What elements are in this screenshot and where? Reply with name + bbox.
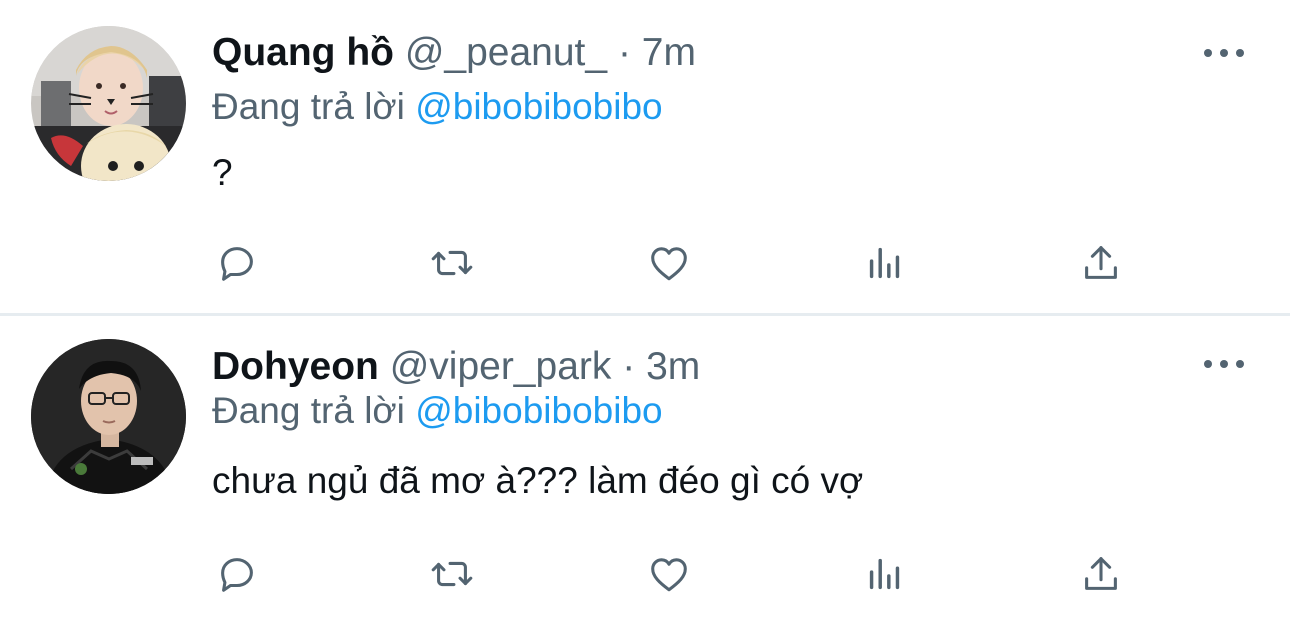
share-button[interactable] bbox=[1076, 238, 1126, 288]
reply-button[interactable] bbox=[212, 238, 262, 288]
share-button[interactable] bbox=[1076, 549, 1126, 599]
action-bar bbox=[212, 549, 1122, 599]
more-dot bbox=[1204, 49, 1212, 57]
reply-button[interactable] bbox=[212, 549, 262, 599]
replying-to: Đang trả lời @bibobibobibo bbox=[212, 388, 663, 434]
tweet[interactable]: Dohyeon @viper_park · 3m Đang trả lời @b… bbox=[0, 316, 1290, 620]
like-button[interactable] bbox=[644, 238, 694, 288]
retweet-icon bbox=[431, 561, 473, 587]
heart-icon bbox=[651, 558, 687, 592]
more-icon[interactable] bbox=[1204, 357, 1244, 371]
views-button[interactable] bbox=[860, 238, 910, 288]
tweet[interactable]: Quang hồ @_peanut_ · 7m Đang trả lời @bi… bbox=[0, 0, 1290, 313]
separator: · bbox=[622, 345, 636, 388]
views-icon bbox=[869, 247, 900, 279]
tweet-text: chưa ngủ đã mơ à??? làm đéo gì có vợ bbox=[212, 460, 864, 501]
separator: · bbox=[617, 31, 631, 74]
action-bar bbox=[212, 238, 1122, 288]
replying-to: Đang trả lời @bibobibobibo bbox=[212, 84, 663, 130]
handle[interactable]: @viper_park bbox=[390, 345, 612, 388]
reply-prefix: Đang trả lời bbox=[212, 86, 405, 127]
timestamp[interactable]: 7m bbox=[642, 31, 696, 74]
more-dot bbox=[1236, 49, 1244, 57]
share-icon bbox=[1085, 557, 1117, 590]
avatar[interactable] bbox=[31, 26, 186, 181]
reply-icon bbox=[221, 247, 253, 281]
more-dot bbox=[1220, 49, 1228, 57]
more-dot bbox=[1220, 360, 1228, 368]
more-icon[interactable] bbox=[1204, 46, 1244, 60]
display-name[interactable]: Dohyeon bbox=[212, 345, 379, 388]
views-icon bbox=[869, 558, 900, 590]
tweet-header: Quang hồ @_peanut_ · 7m bbox=[212, 30, 696, 76]
reply-mention[interactable]: @bibobibobibo bbox=[415, 390, 662, 431]
reply-icon bbox=[221, 558, 253, 592]
views-button[interactable] bbox=[860, 549, 910, 599]
reply-prefix: Đang trả lời bbox=[212, 390, 405, 431]
display-name[interactable]: Quang hồ bbox=[212, 31, 394, 74]
retweet-icon bbox=[431, 250, 473, 276]
avatar[interactable] bbox=[31, 339, 186, 494]
like-button[interactable] bbox=[644, 549, 694, 599]
tweet-header: Dohyeon @viper_park · 3m bbox=[212, 344, 700, 390]
handle[interactable]: @_peanut_ bbox=[405, 31, 607, 74]
share-icon bbox=[1085, 246, 1117, 279]
tweet-text: ? bbox=[212, 152, 233, 193]
more-dot bbox=[1204, 360, 1212, 368]
reply-mention[interactable]: @bibobibobibo bbox=[415, 86, 662, 127]
retweet-button[interactable] bbox=[427, 549, 477, 599]
retweet-button[interactable] bbox=[427, 238, 477, 288]
timestamp[interactable]: 3m bbox=[646, 345, 700, 388]
more-dot bbox=[1236, 360, 1244, 368]
heart-icon bbox=[651, 247, 687, 281]
